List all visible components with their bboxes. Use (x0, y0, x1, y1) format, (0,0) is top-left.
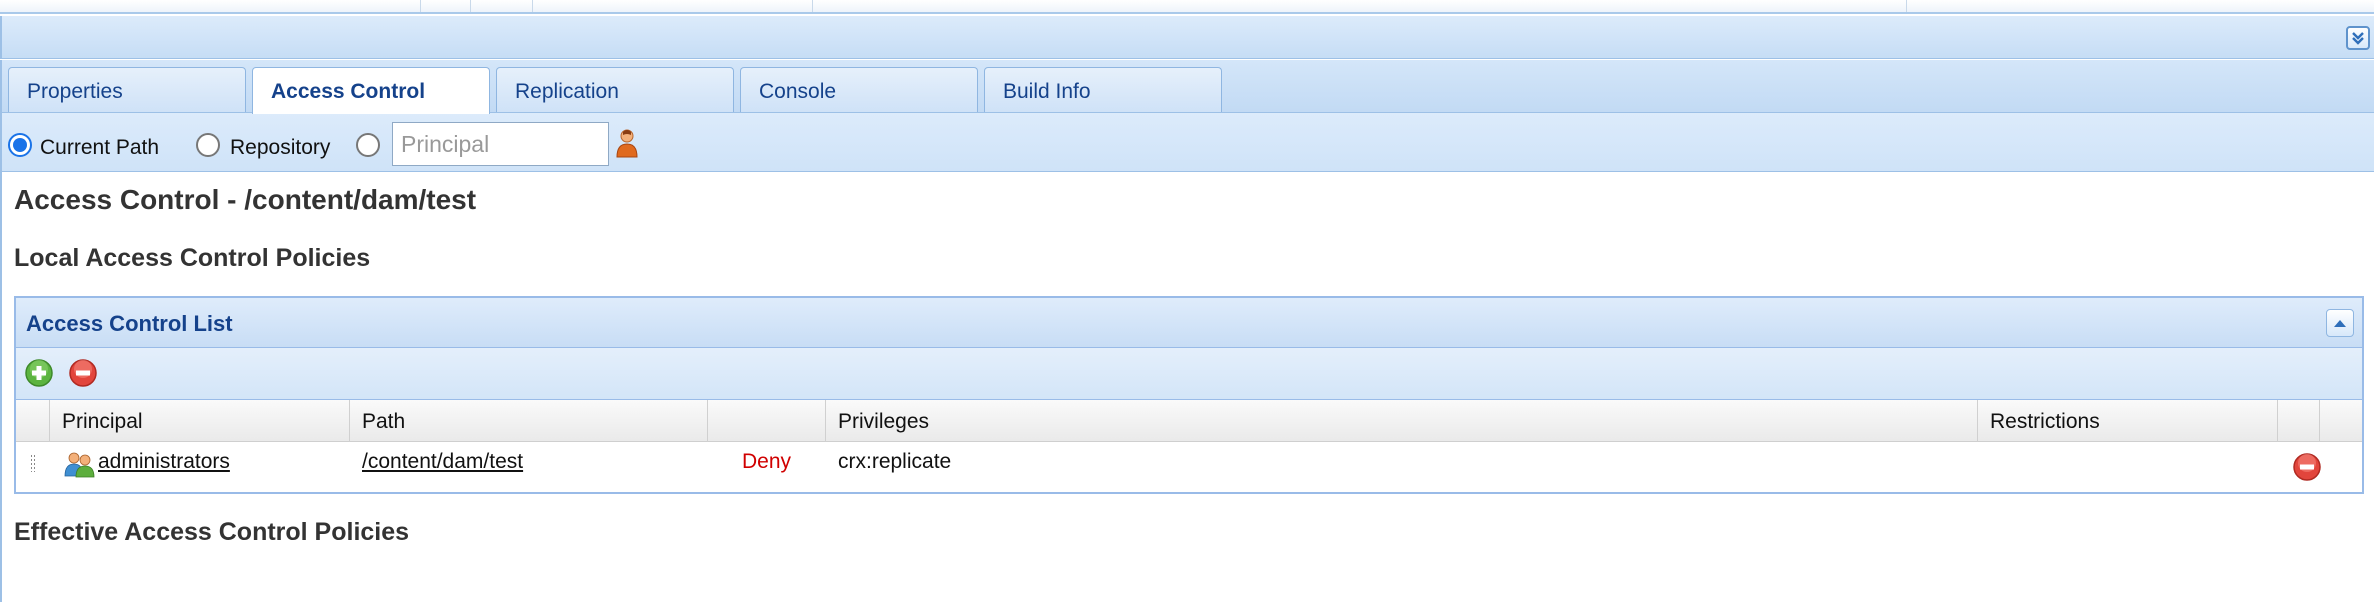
acl-panel-title: Access Control List (26, 311, 233, 336)
panel-collapse-bar (0, 16, 2374, 59)
main-content: Access Control - /content/dam/test Local… (0, 172, 2374, 602)
privileges-cell: crx:replicate (838, 450, 952, 473)
divider (812, 0, 813, 12)
divider (420, 0, 421, 12)
chevron-up-icon (2334, 320, 2346, 327)
column-header-handle (16, 400, 50, 442)
add-entry-button[interactable] (24, 358, 54, 388)
column-header-privileges[interactable]: Privileges (826, 400, 1978, 442)
delete-entry-button[interactable] (2292, 452, 2322, 482)
tab-properties[interactable]: Properties (8, 67, 246, 112)
restrictions-cell (1978, 442, 2278, 492)
principal-cell: administrators (88, 442, 350, 492)
column-header-type[interactable] (708, 400, 826, 442)
repository-label: Repository (230, 136, 331, 159)
page-title: Access Control - /content/dam/test (14, 184, 477, 215)
top-strip (0, 0, 2374, 14)
column-header-principal[interactable]: Principal (50, 400, 350, 442)
remove-entry-button[interactable] (68, 358, 98, 388)
tab-build-info[interactable]: Build Info (984, 67, 1222, 112)
column-header-actions (2278, 400, 2320, 442)
divider (532, 0, 533, 12)
tab-access-control[interactable]: Access Control (252, 67, 490, 114)
entry-type-cell: Deny (741, 450, 792, 473)
path-link[interactable]: /content/dam/test (362, 450, 523, 473)
acl-entry-row[interactable]: administrators /content/dam/test Deny cr… (16, 442, 2362, 492)
principal-link[interactable]: administrators (98, 450, 230, 473)
acl-grid-header: Principal Path Privileges Restrictions (16, 400, 2362, 442)
divider (470, 0, 471, 12)
path-cell: /content/dam/test (350, 442, 708, 492)
user-icon[interactable] (613, 127, 641, 159)
column-header-restrictions[interactable]: Restrictions (1978, 400, 2278, 442)
current-path-radio[interactable] (8, 133, 32, 157)
tab-console[interactable]: Console (740, 67, 978, 112)
current-path-label: Current Path (40, 136, 160, 159)
principal-radio[interactable] (356, 133, 380, 157)
principal-input[interactable] (392, 122, 609, 166)
tab-strip: Properties Access Control Replication Co… (0, 60, 2374, 114)
drag-handle[interactable] (30, 454, 36, 472)
double-chevron-down-icon (2352, 32, 2364, 45)
effective-policies-heading: Effective Access Control Policies (14, 518, 410, 546)
repository-radio[interactable] (196, 133, 220, 157)
acl-panel: Access Control List Principal Path Privi… (14, 296, 2364, 494)
local-policies-heading: Local Access Control Policies (14, 244, 371, 272)
acl-toolbar (16, 348, 2362, 400)
divider (1906, 0, 1907, 12)
scope-filter-bar: Current Path Repository (0, 112, 2374, 172)
column-header-path[interactable]: Path (350, 400, 708, 442)
collapse-panel-button[interactable] (2346, 26, 2370, 50)
tab-replication[interactable]: Replication (496, 67, 734, 112)
acl-panel-header: Access Control List (16, 298, 2362, 348)
acl-collapse-button[interactable] (2326, 309, 2354, 337)
